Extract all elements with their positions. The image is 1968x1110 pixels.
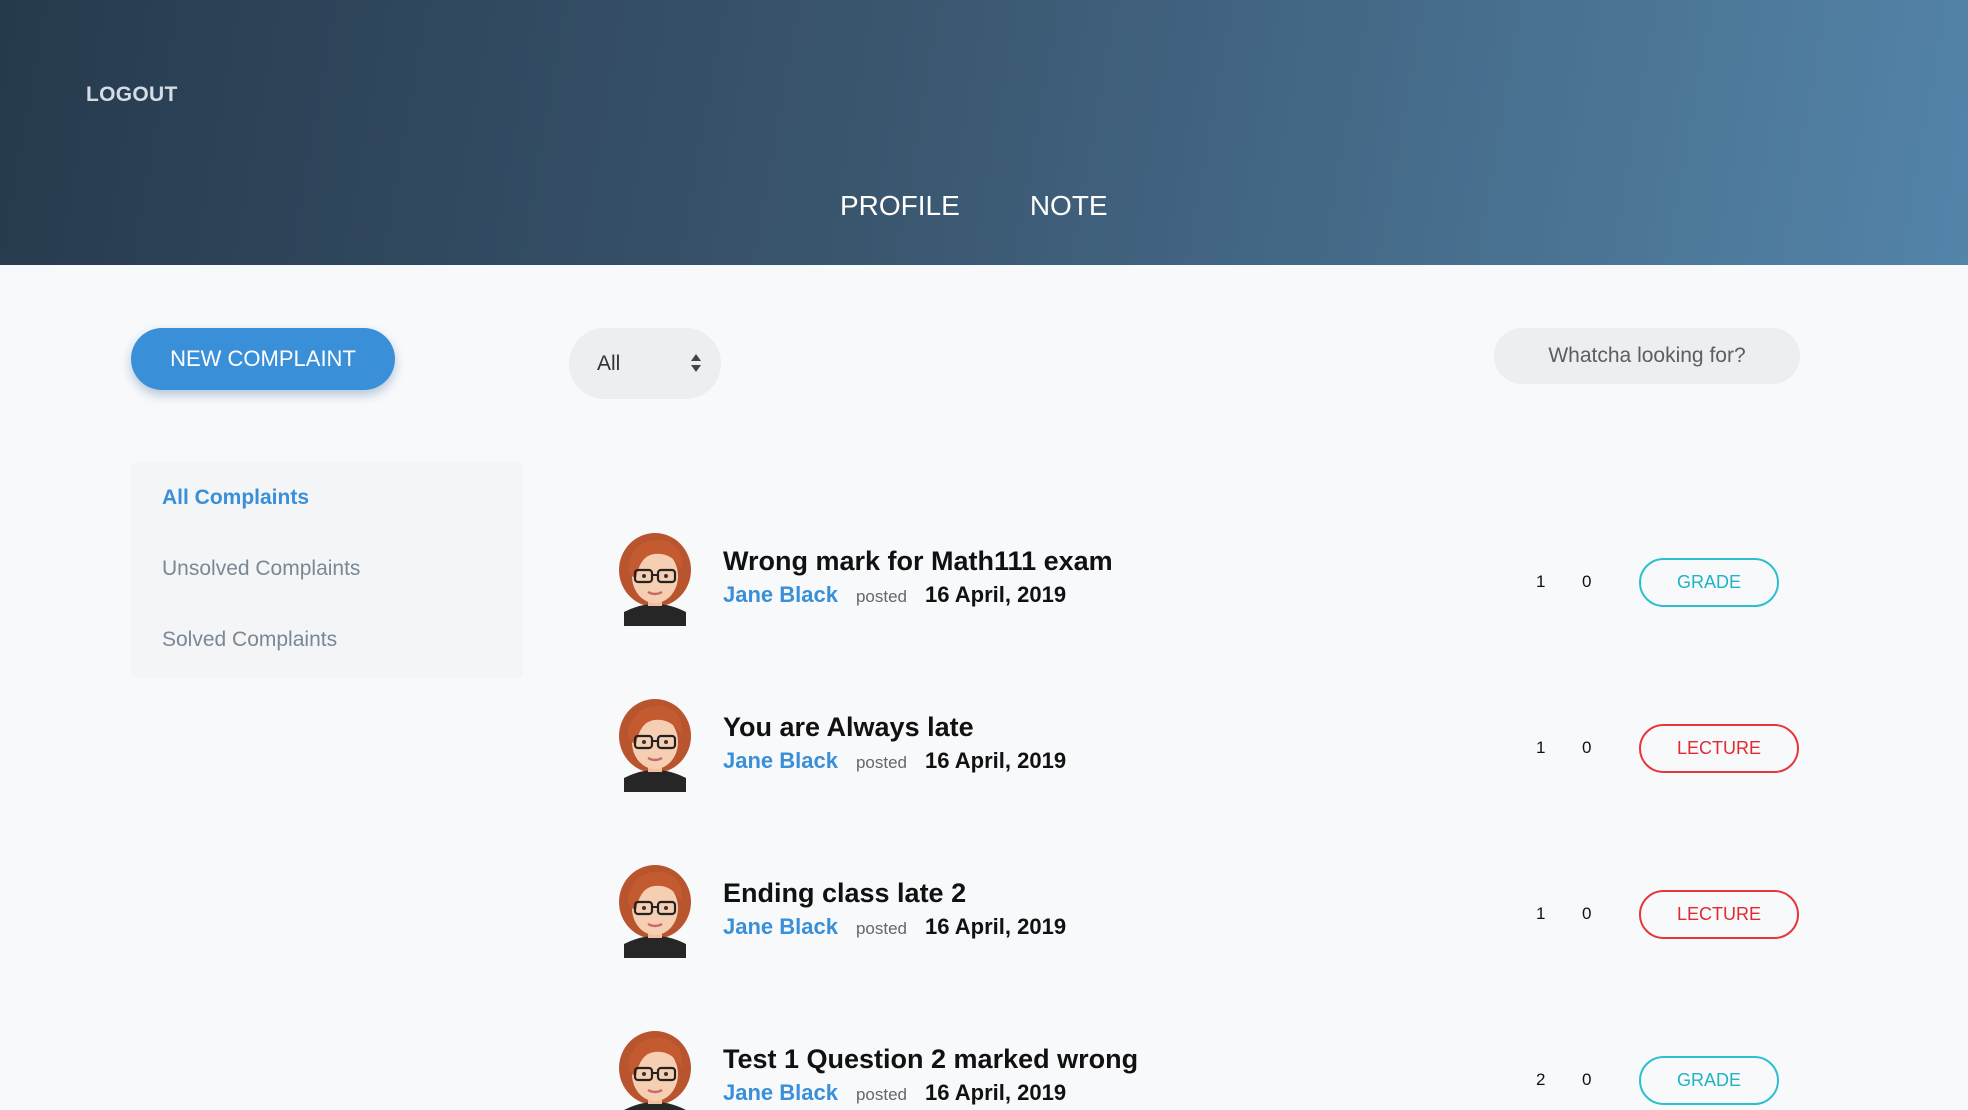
first-count: 2 [1536,1070,1546,1089]
new-complaint-button[interactable]: NEW COMPLAINT [131,328,395,390]
complaint-title[interactable]: Test 1 Question 2 marked wrong [723,1044,1138,1075]
complaint-title[interactable]: Wrong mark for Math111 exam [723,546,1113,577]
grade-tag-button[interactable]: GRADE [1639,1056,1779,1105]
complaint-meta: Jane Black posted 16 April, 2019 [723,914,1066,940]
posted-label: posted [855,587,908,606]
author-link[interactable]: Jane Black [723,748,838,774]
complaint-meta: Jane Black posted 16 April, 2019 [723,582,1066,608]
author-link[interactable]: Jane Black [723,1080,838,1106]
complaint-row[interactable]: Test 1 Question 2 marked wrong Jane Blac… [610,1028,1810,1110]
post-date: 16 April, 2019 [925,582,1067,607]
posted-label: posted [855,919,908,938]
sidebar-item-all-complaints[interactable]: All Complaints [162,486,309,510]
first-count: 1 [1536,904,1546,923]
first-count: 1 [1536,738,1546,757]
category-filter-select[interactable]: All [569,328,721,399]
top-header: LOGOUT PROFILE NOTE [0,0,1968,265]
complaint-meta: Jane Black posted 16 April, 2019 [723,748,1066,774]
search-input[interactable] [1494,328,1800,384]
posted-label: posted [855,753,908,772]
grade-tag-button[interactable]: GRADE [1639,558,1779,607]
second-count: 0 [1582,904,1592,923]
author-link[interactable]: Jane Black [723,582,838,608]
posted-label: posted [855,1085,908,1104]
sidebar-item-solved-complaints[interactable]: Solved Complaints [162,628,337,652]
post-date: 16 April, 2019 [925,1080,1067,1105]
nav-profile[interactable]: PROFILE [840,190,960,222]
second-count: 0 [1582,1070,1592,1089]
lecture-tag-button[interactable]: LECTURE [1639,724,1799,773]
second-count: 0 [1582,738,1592,757]
complaint-row[interactable]: Wrong mark for Math111 exam Jane Black p… [610,530,1810,626]
complaint-title[interactable]: You are Always late [723,712,974,743]
complaint-title[interactable]: Ending class late 2 [723,878,966,909]
complaints-sidebar: All Complaints Unsolved Complaints Solve… [131,462,523,678]
select-arrows-icon [691,352,701,374]
second-count: 0 [1582,572,1592,591]
author-link[interactable]: Jane Black [723,914,838,940]
post-date: 16 April, 2019 [925,748,1067,773]
main-nav: PROFILE NOTE [840,190,1108,222]
complaint-row[interactable]: Ending class late 2 Jane Black posted 16… [610,862,1810,958]
avatar [614,696,696,792]
avatar [614,530,696,626]
avatar [614,862,696,958]
sidebar-item-unsolved-complaints[interactable]: Unsolved Complaints [162,557,360,581]
post-date: 16 April, 2019 [925,914,1067,939]
nav-note[interactable]: NOTE [1030,190,1108,222]
lecture-tag-button[interactable]: LECTURE [1639,890,1799,939]
logout-link[interactable]: LOGOUT [86,83,178,107]
first-count: 1 [1536,572,1546,591]
avatar [614,1028,696,1110]
complaint-meta: Jane Black posted 16 April, 2019 [723,1080,1066,1106]
complaint-row[interactable]: You are Always late Jane Black posted 16… [610,696,1810,792]
filter-selected-value: All [597,351,621,375]
